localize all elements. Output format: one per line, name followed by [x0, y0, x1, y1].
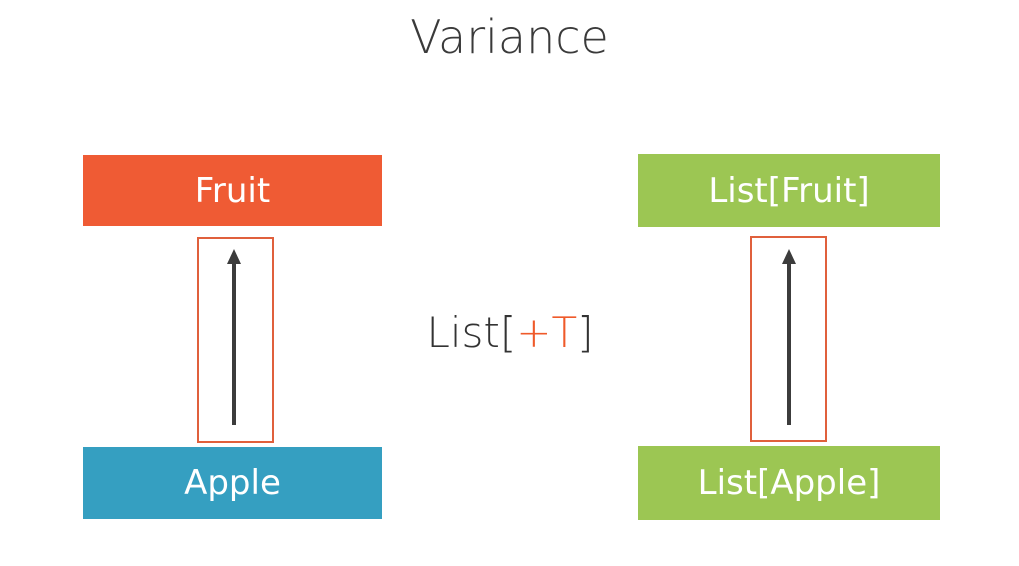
list-apple-label: List[Apple]: [697, 463, 881, 503]
list-apple-box: List[Apple]: [638, 446, 940, 520]
